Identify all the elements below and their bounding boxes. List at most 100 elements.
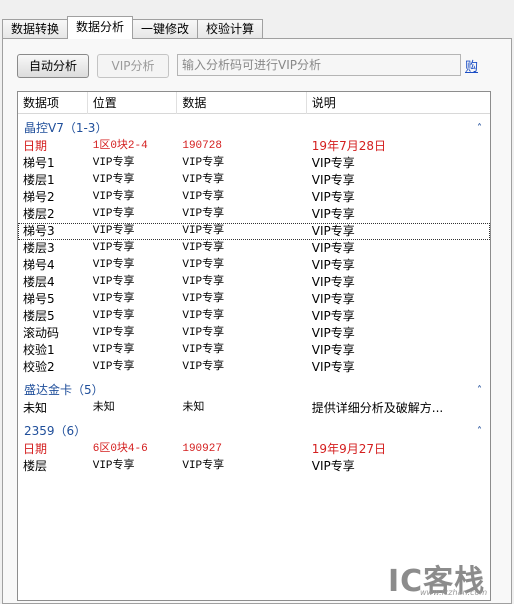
- column-header-position[interactable]: 位置: [88, 92, 178, 114]
- cell-pos: VIP专享: [92, 191, 135, 203]
- cell-desc: VIP专享: [311, 207, 355, 221]
- list-item[interactable]: 楼层 VIP专享 VIP专享 VIP专享: [18, 458, 490, 475]
- group-title: 晶控V7（1-3）: [24, 121, 108, 135]
- cell-item: 校验1: [23, 343, 55, 357]
- list-group-header[interactable]: 2359（6） ˄: [18, 422, 490, 441]
- column-header-description[interactable]: 说明: [307, 92, 490, 114]
- chevron-up-icon[interactable]: ˄: [477, 381, 482, 400]
- tab-one-click-modify[interactable]: 一键修改: [132, 19, 199, 39]
- cell-desc: VIP专享: [311, 360, 355, 374]
- cell-pos: VIP专享: [92, 361, 135, 373]
- cell-desc: VIP专享: [311, 190, 355, 204]
- tab-data-analysis[interactable]: 数据分析: [67, 16, 134, 39]
- cell-pos: VIP专享: [92, 293, 135, 305]
- vip-analyze-button[interactable]: VIP分析: [97, 54, 169, 78]
- group-title: 盛达金卡（5）: [24, 383, 104, 397]
- list-item[interactable]: 梯号2 VIP专享 VIP专享 VIP专享: [18, 189, 490, 206]
- cell-data: VIP专享: [182, 276, 225, 288]
- cell-item: 楼层2: [23, 207, 55, 221]
- cell-item: 日期: [23, 139, 48, 153]
- cell-data: VIP专享: [182, 310, 225, 322]
- cell-item: 梯号5: [23, 292, 55, 306]
- cell-desc: VIP专享: [311, 343, 355, 357]
- cell-item: 楼层3: [23, 241, 55, 255]
- cell-item: 校验2: [23, 360, 55, 374]
- list-header: 数据项 位置 数据 说明: [18, 92, 490, 114]
- cell-data: 未知: [182, 402, 205, 414]
- cell-item: 楼层4: [23, 275, 55, 289]
- cell-desc: VIP专享: [311, 459, 355, 473]
- tab-strip: 数据转换 数据分析 一键修改 校验计算: [2, 16, 264, 39]
- cell-desc: VIP专享: [311, 326, 355, 340]
- list-item[interactable]: 楼层2 VIP专享 VIP专享 VIP专享: [18, 206, 490, 223]
- cell-data: VIP专享: [182, 344, 225, 356]
- chevron-up-icon[interactable]: ˄: [477, 422, 482, 441]
- cell-pos: VIP专享: [92, 460, 135, 472]
- cell-data: 190728: [182, 140, 222, 152]
- list-item[interactable]: 日期 1区0块2-4 190728 19年7月28日: [18, 138, 490, 155]
- list-item[interactable]: 梯号5 VIP专享 VIP专享 VIP专享: [18, 291, 490, 308]
- cell-pos: VIP专享: [92, 310, 135, 322]
- list-item[interactable]: 梯号4 VIP专享 VIP专享 VIP专享: [18, 257, 490, 274]
- cell-data: VIP专享: [182, 225, 225, 237]
- cell-data: VIP专享: [182, 191, 225, 203]
- cell-pos: 未知: [92, 402, 115, 414]
- list-item[interactable]: 楼层5 VIP专享 VIP专享 VIP专享: [18, 308, 490, 325]
- watermark-url: www.iczhan.com: [420, 588, 488, 597]
- list-item[interactable]: 未知 未知 未知 提供详细分析及破解方...: [18, 400, 490, 417]
- list-item[interactable]: 楼层1 VIP专享 VIP专享 VIP专享: [18, 172, 490, 189]
- group-container: 晶控V7（1-3） ˄ 日期 1区0块2-4 190728 19年7月28日梯号1 VIP专…: [18, 114, 490, 475]
- cell-desc: VIP专享: [311, 224, 355, 238]
- list-item[interactable]: 楼层3 VIP专享 VIP专享 VIP专享: [18, 240, 490, 257]
- cell-data: VIP专享: [182, 174, 225, 186]
- tab-data-convert[interactable]: 数据转换: [2, 19, 69, 39]
- cell-pos: VIP专享: [92, 344, 135, 356]
- chevron-up-icon[interactable]: ˄: [477, 119, 482, 138]
- cell-desc: VIP专享: [311, 241, 355, 255]
- tab-checksum-calc[interactable]: 校验计算: [197, 19, 264, 39]
- auto-analyze-button[interactable]: 自动分析: [17, 54, 89, 78]
- cell-desc: VIP专享: [311, 309, 355, 323]
- cell-data: VIP专享: [182, 259, 225, 271]
- list-item[interactable]: 梯号1 VIP专享 VIP专享 VIP专享: [18, 155, 490, 172]
- cell-item: 楼层: [23, 459, 48, 473]
- cell-pos: VIP专享: [92, 174, 135, 186]
- cell-pos: VIP专享: [92, 225, 135, 237]
- group-title: 2359（6）: [24, 424, 87, 438]
- column-header-item[interactable]: 数据项: [18, 92, 88, 114]
- cell-desc: VIP专享: [311, 156, 355, 170]
- cell-desc: 19年9月27日: [311, 442, 386, 456]
- cell-desc: VIP专享: [311, 275, 355, 289]
- analysis-code-input[interactable]: 输入分析码可进行VIP分析: [177, 54, 461, 76]
- analysis-panel: 自动分析 VIP分析 输入分析码可进行VIP分析 购 数据项 位置 数据 说明 …: [2, 38, 512, 604]
- analysis-result-list[interactable]: 数据项 位置 数据 说明 晶控V7（1-3） ˄ 日期 1区0块2-4 190728 19…: [17, 91, 491, 601]
- cell-desc: 提供详细分析及破解方...: [311, 401, 444, 415]
- cell-item: 楼层1: [23, 173, 55, 187]
- cell-desc: VIP专享: [311, 258, 355, 272]
- list-item[interactable]: 日期 6区0块4-6 190927 19年9月27日: [18, 441, 490, 458]
- cell-item: 梯号3: [23, 224, 55, 238]
- list-item[interactable]: 梯号3 VIP专享 VIP专享 VIP专享: [18, 223, 490, 240]
- cell-pos: VIP专享: [92, 242, 135, 254]
- list-group-header[interactable]: 晶控V7（1-3） ˄: [18, 119, 490, 138]
- cell-item: 梯号4: [23, 258, 55, 272]
- cell-pos: VIP专享: [92, 208, 135, 220]
- list-item[interactable]: 校验1 VIP专享 VIP专享 VIP专享: [18, 342, 490, 359]
- column-header-data[interactable]: 数据: [177, 92, 307, 114]
- cell-desc: 19年7月28日: [311, 139, 386, 153]
- cell-item: 日期: [23, 442, 48, 456]
- cell-item: 楼层5: [23, 309, 55, 323]
- cell-pos: VIP专享: [92, 157, 135, 169]
- cell-pos: VIP专享: [92, 259, 135, 271]
- list-item[interactable]: 楼层4 VIP专享 VIP专享 VIP专享: [18, 274, 490, 291]
- list-item[interactable]: 滚动码 VIP专享 VIP专享 VIP专享: [18, 325, 490, 342]
- buy-link[interactable]: 购: [465, 56, 478, 75]
- cell-item: 未知: [23, 401, 48, 415]
- cell-pos: 1区0块2-4: [92, 140, 148, 152]
- list-group-header[interactable]: 盛达金卡（5） ˄: [18, 381, 490, 400]
- cell-item: 梯号1: [23, 156, 55, 170]
- list-item[interactable]: 校验2 VIP专享 VIP专享 VIP专享: [18, 359, 490, 376]
- cell-data: VIP专享: [182, 327, 225, 339]
- cell-data: VIP专享: [182, 157, 225, 169]
- cell-pos: VIP专享: [92, 327, 135, 339]
